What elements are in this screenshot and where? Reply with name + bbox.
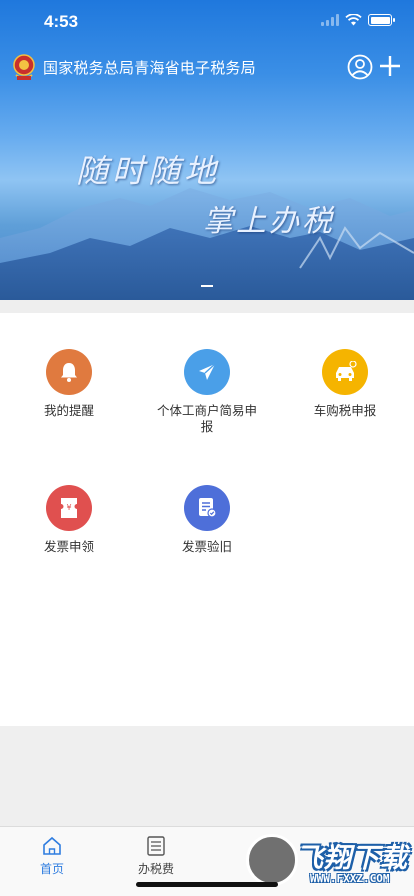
banner-slogan-2: 掌上办税 bbox=[203, 204, 335, 239]
watermark-text: 飞翔下载 bbox=[296, 843, 408, 874]
page-title: 国家税务总局青海省电子税务局 bbox=[43, 59, 256, 77]
banner-image[interactable] bbox=[0, 88, 414, 300]
status-bar: 4:53 bbox=[0, 0, 414, 44]
tab-home[interactable]: 首页 bbox=[0, 835, 104, 877]
service-label: 车购税申报 bbox=[313, 403, 377, 418]
service-vehicle-purchase-tax[interactable]: 车购税申报 bbox=[276, 349, 414, 419]
watermark-url: WWW.FXXZ.COM bbox=[310, 872, 390, 885]
list-icon bbox=[147, 836, 165, 856]
status-icons bbox=[321, 14, 395, 26]
header-area: 4:53 国家税务总局青海省电子税务局 随时随地 掌上办税 bbox=[0, 0, 414, 300]
banner-slogan-1: 随时随地 bbox=[76, 152, 221, 190]
wifi-icon bbox=[345, 14, 362, 26]
bell-icon bbox=[46, 349, 92, 395]
cellular-signal-icon bbox=[321, 14, 339, 26]
tab-label: 办税费 bbox=[137, 862, 174, 876]
service-invoice-verification[interactable]: 发票验旧 bbox=[138, 485, 276, 555]
watermark-logo-icon bbox=[246, 834, 298, 886]
service-grid: 我的提醒 个体工商户简易申报 车购税申报 ¥ 发票申领 发票验旧 bbox=[0, 313, 414, 726]
service-my-reminders[interactable]: 我的提醒 bbox=[0, 349, 138, 419]
user-profile-icon[interactable] bbox=[347, 54, 373, 80]
paper-plane-icon bbox=[184, 349, 230, 395]
tab-tax-services[interactable]: 办税费 bbox=[104, 835, 208, 877]
service-invoice-application[interactable]: ¥ 发票申领 bbox=[0, 485, 138, 555]
add-plus-icon[interactable] bbox=[378, 54, 402, 78]
battery-icon bbox=[368, 14, 395, 26]
service-label: 个体工商户简易申报 bbox=[156, 403, 257, 434]
status-time: 4:53 bbox=[44, 12, 79, 31]
ticket-icon: ¥ bbox=[46, 485, 92, 531]
home-indicator bbox=[136, 882, 278, 887]
car-icon bbox=[322, 349, 368, 395]
tab-label: 首页 bbox=[39, 862, 64, 876]
title-bar: 国家税务总局青海省电子税务局 bbox=[0, 48, 414, 88]
service-label: 发票申领 bbox=[43, 539, 94, 554]
svg-text:¥: ¥ bbox=[66, 503, 71, 512]
service-label: 发票验旧 bbox=[181, 539, 232, 554]
document-check-icon bbox=[184, 485, 230, 531]
service-label: 我的提醒 bbox=[43, 403, 94, 418]
home-icon bbox=[43, 836, 61, 855]
service-individual-business-filing[interactable]: 个体工商户简易申报 bbox=[138, 349, 276, 435]
section-divider bbox=[0, 300, 414, 313]
carousel-indicator[interactable] bbox=[201, 285, 213, 287]
tax-emblem-icon bbox=[13, 54, 35, 80]
